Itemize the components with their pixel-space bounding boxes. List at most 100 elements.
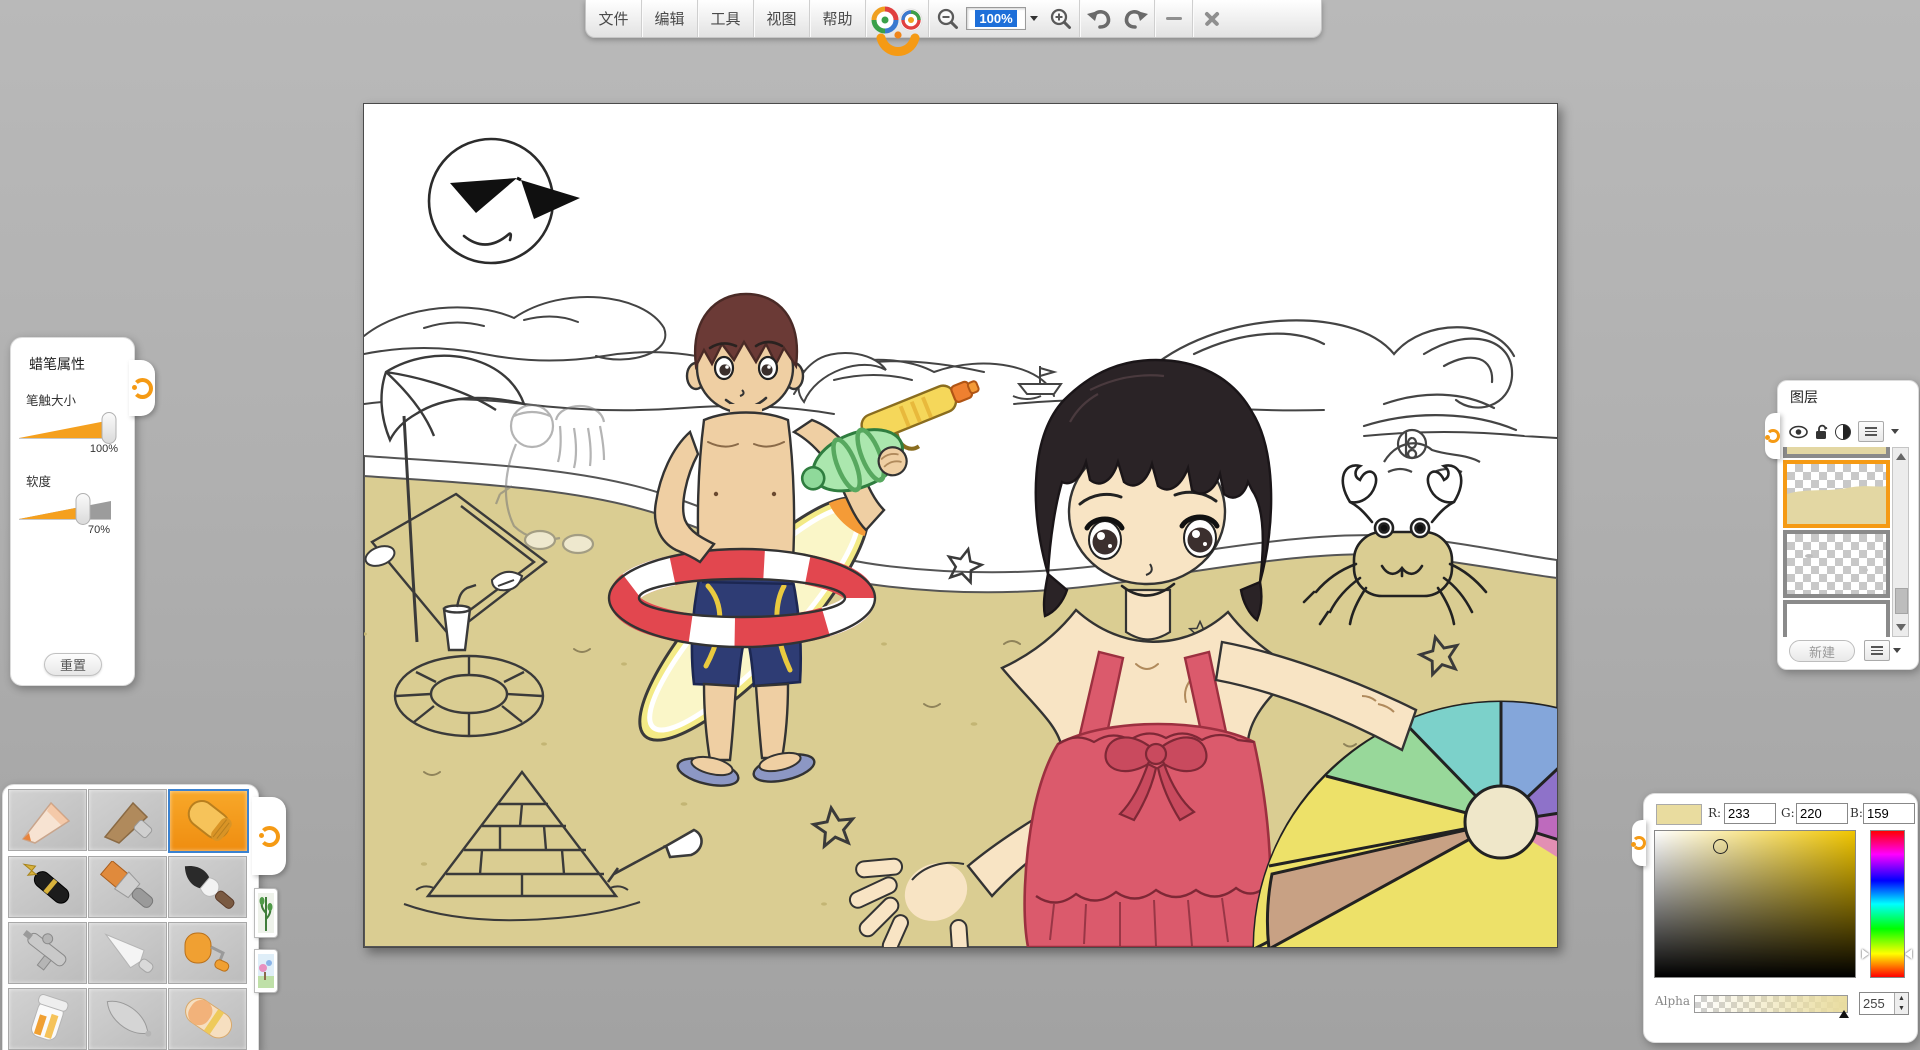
hue-marker-left[interactable] bbox=[1862, 949, 1869, 959]
layer-item-transparent[interactable] bbox=[1783, 530, 1890, 598]
alpha-slider[interactable] bbox=[1694, 995, 1848, 1013]
collapse-handle-icon bbox=[1632, 836, 1646, 850]
picture-stamp-button[interactable] bbox=[254, 949, 278, 993]
color-picker-panel: R: G: B: Alpha ▲▼ bbox=[1643, 793, 1918, 1043]
redo-button[interactable] bbox=[1117, 0, 1154, 37]
menu-file[interactable]: 文件 bbox=[586, 0, 641, 37]
r-label: R: bbox=[1708, 806, 1721, 820]
current-color-swatch bbox=[1656, 804, 1702, 825]
slider-handle[interactable] bbox=[76, 494, 90, 525]
main-toolbar: 文件 编辑 工具 视图 帮助 bbox=[585, 0, 1322, 38]
layer-menu-button[interactable] bbox=[1858, 421, 1884, 442]
chevron-down-icon[interactable] bbox=[1893, 648, 1901, 653]
tool-colored-pencil[interactable] bbox=[8, 789, 87, 851]
softness-value: 70% bbox=[11, 524, 110, 536]
zoom-in-icon bbox=[1049, 7, 1073, 31]
menu-edit[interactable]: 编辑 bbox=[642, 0, 697, 37]
softness-slider[interactable] bbox=[17, 492, 127, 526]
tool-sketch-pencil[interactable] bbox=[88, 789, 167, 851]
layers-title: 图层 bbox=[1790, 387, 1918, 407]
zoom-level-value: 100% bbox=[975, 10, 1016, 27]
menu-view[interactable]: 视图 bbox=[754, 0, 809, 37]
close-icon bbox=[1203, 10, 1221, 28]
zoom-in-button[interactable] bbox=[1042, 0, 1079, 37]
menu-help[interactable]: 帮助 bbox=[810, 0, 865, 37]
g-label: G: bbox=[1781, 806, 1795, 820]
chevron-down-icon bbox=[1030, 16, 1038, 21]
plant-icon bbox=[258, 893, 274, 933]
scroll-up-icon[interactable] bbox=[1896, 453, 1906, 460]
plant-stamp-button[interactable] bbox=[254, 888, 278, 938]
layers-panel: 图层 新建 bbox=[1777, 380, 1919, 670]
b-input[interactable] bbox=[1863, 803, 1915, 824]
brush-size-label: 笔触大小 bbox=[26, 390, 134, 409]
panel-title: 蜡笔属性 bbox=[29, 354, 134, 374]
close-button[interactable] bbox=[1193, 0, 1230, 37]
b-label: B: bbox=[1850, 806, 1863, 820]
layer-blend-icon[interactable] bbox=[1835, 424, 1851, 440]
tool-airbrush[interactable] bbox=[8, 922, 87, 984]
saturation-value-picker[interactable] bbox=[1654, 830, 1856, 978]
minimize-icon bbox=[1166, 17, 1182, 20]
reset-button[interactable]: 重置 bbox=[44, 653, 102, 676]
layer-list-scrollbar[interactable] bbox=[1892, 447, 1909, 637]
palette-collapse-tab[interactable] bbox=[252, 797, 286, 875]
picture-icon bbox=[258, 954, 274, 988]
layer-item-selected[interactable] bbox=[1783, 460, 1890, 528]
sv-cursor[interactable] bbox=[1713, 839, 1728, 854]
collapse-handle-icon bbox=[1766, 429, 1780, 443]
tool-chinese-brush[interactable] bbox=[168, 856, 247, 918]
spinner-arrows[interactable]: ▲▼ bbox=[1894, 993, 1908, 1014]
new-layer-button[interactable]: 新建 bbox=[1789, 640, 1855, 662]
layer-item-partial[interactable] bbox=[1783, 447, 1890, 458]
collapse-handle-icon bbox=[259, 826, 280, 847]
tool-crayon-selected[interactable] bbox=[168, 789, 249, 853]
layer-visibility-eye-icon[interactable] bbox=[1789, 425, 1808, 439]
minimize-button[interactable] bbox=[1155, 0, 1192, 37]
clown-face-icon bbox=[869, 4, 927, 60]
hue-slider[interactable] bbox=[1870, 830, 1905, 978]
zoom-dropdown-button[interactable] bbox=[1026, 0, 1042, 37]
layer-list bbox=[1783, 447, 1890, 637]
brush-size-value: 100% bbox=[11, 443, 118, 455]
undo-button[interactable] bbox=[1080, 0, 1117, 37]
scrollbar-thumb[interactable] bbox=[1895, 588, 1908, 614]
tool-fountain-pen[interactable] bbox=[8, 856, 87, 918]
zoom-out-button[interactable] bbox=[929, 0, 966, 37]
app-mascot-logo bbox=[866, 0, 928, 37]
tool-palette-knife[interactable] bbox=[88, 922, 167, 984]
tool-eraser[interactable] bbox=[168, 988, 247, 1050]
tool-flat-brush[interactable] bbox=[88, 856, 167, 918]
redo-icon bbox=[1123, 7, 1149, 31]
tool-metal-nib[interactable] bbox=[88, 988, 167, 1050]
alpha-input[interactable] bbox=[1860, 993, 1894, 1014]
slider-handle[interactable] bbox=[102, 413, 116, 444]
g-input[interactable] bbox=[1796, 803, 1848, 824]
alpha-marker[interactable] bbox=[1839, 1010, 1849, 1018]
undo-icon bbox=[1086, 7, 1112, 31]
r-input[interactable] bbox=[1724, 803, 1776, 824]
layer-lock-icon[interactable] bbox=[1815, 424, 1828, 440]
beach-scene-artwork bbox=[364, 104, 1557, 947]
chevron-down-icon[interactable] bbox=[1891, 429, 1899, 434]
layers-options-button[interactable] bbox=[1864, 640, 1890, 661]
panel-collapse-tab[interactable] bbox=[1765, 413, 1780, 459]
brush-size-slider[interactable] bbox=[17, 411, 127, 445]
desktop: 文件 编辑 工具 视图 帮助 bbox=[0, 0, 1920, 1050]
softness-label: 软度 bbox=[26, 471, 134, 490]
menu-tools[interactable]: 工具 bbox=[698, 0, 753, 37]
scroll-down-icon[interactable] bbox=[1896, 624, 1906, 631]
hue-marker-right[interactable] bbox=[1905, 949, 1912, 959]
panel-collapse-tab[interactable] bbox=[1632, 820, 1646, 866]
tool-palette-panel bbox=[2, 784, 259, 1050]
alpha-spinbox[interactable]: ▲▼ bbox=[1859, 992, 1909, 1015]
tool-paint-jar[interactable] bbox=[8, 988, 87, 1050]
layer-item-white[interactable] bbox=[1783, 600, 1890, 637]
tool-paint-roller[interactable] bbox=[168, 922, 247, 984]
collapse-handle-icon bbox=[132, 378, 153, 399]
panel-collapse-tab[interactable] bbox=[129, 360, 155, 416]
zoom-out-icon bbox=[936, 7, 960, 31]
zoom-level-field[interactable]: 100% bbox=[966, 7, 1026, 30]
drawing-canvas[interactable] bbox=[363, 103, 1558, 948]
alpha-label: Alpha bbox=[1655, 994, 1690, 1008]
